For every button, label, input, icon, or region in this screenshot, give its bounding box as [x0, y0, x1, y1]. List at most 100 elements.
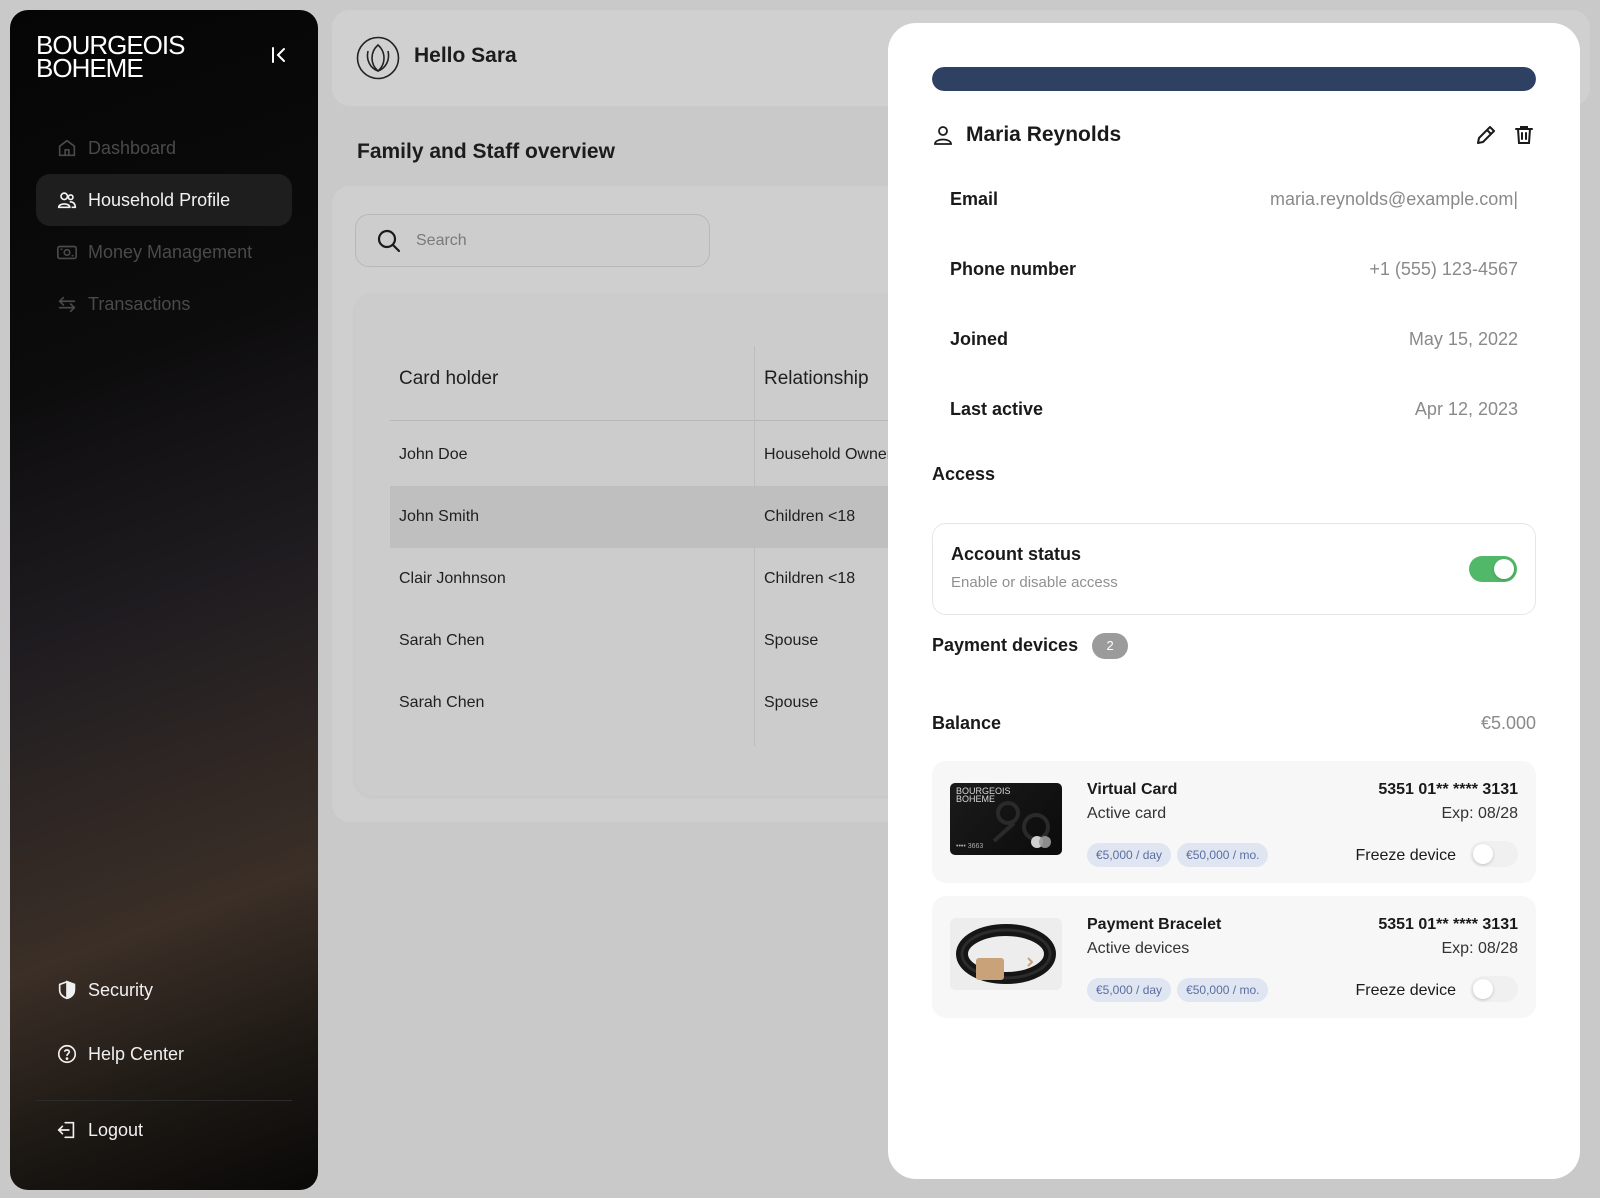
- header-divider: [390, 420, 935, 421]
- table-row[interactable]: Sarah Chen Spouse: [390, 610, 935, 672]
- sidebar-item-label: Money Management: [88, 241, 253, 262]
- monthly-limit-chip[interactable]: €50,000 / mo.: [1177, 978, 1269, 1002]
- device-status: Active devices: [1087, 940, 1190, 957]
- sidebar-item-label: Logout: [88, 1119, 144, 1140]
- sidebar-item-label: Transactions: [88, 293, 191, 314]
- sidebar-divider: [36, 1100, 292, 1101]
- account-status-subtitle: Enable or disable access: [951, 574, 1118, 591]
- freeze-device-label: Freeze device: [1355, 847, 1457, 864]
- toggle-knob: [1473, 844, 1493, 864]
- card-image: BOURGEOIS BOHEME •••• 3663: [950, 783, 1062, 855]
- balance-value: €5.000: [1480, 713, 1536, 733]
- sidebar-item-label: Help Center: [88, 1043, 185, 1064]
- member-header: Maria Reynolds: [932, 117, 1536, 153]
- cell-card-holder: John Smith: [399, 508, 480, 525]
- joined-value: May 15, 2022: [1408, 328, 1518, 349]
- daily-limit-chip[interactable]: €5,000 / day: [1087, 978, 1172, 1002]
- email-value[interactable]: maria.reynolds@example.com|: [1270, 189, 1518, 210]
- brand-logo[interactable]: BOURGEOIS BOHEME: [36, 32, 185, 83]
- cell-relationship: Children <18: [764, 570, 856, 587]
- home-icon: [58, 139, 76, 157]
- cell-card-holder: Sarah Chen: [399, 694, 485, 711]
- cell-relationship: Spouse: [764, 694, 819, 711]
- sidebar-item-transactions[interactable]: Transactions: [36, 278, 292, 330]
- cell-relationship: Spouse: [764, 632, 819, 649]
- sidebar: BOURGEOIS BOHEME Dashboard Household Pro…: [10, 10, 318, 1190]
- sidebar-item-label: Household Profile: [88, 189, 231, 210]
- members-table: Card holder Relationship John Doe Househ…: [355, 294, 935, 796]
- freeze-device-toggle[interactable]: [1470, 841, 1518, 867]
- info-label: Joined: [950, 328, 1009, 349]
- column-header-relationship[interactable]: Relationship: [764, 368, 869, 390]
- bracelet-image: [950, 918, 1062, 990]
- user-icon: [934, 126, 952, 145]
- users-icon: [57, 192, 77, 209]
- table-row[interactable]: Sarah Chen Spouse: [390, 672, 935, 734]
- account-status-title: Account status: [951, 544, 1082, 564]
- column-header-card-holder[interactable]: Card holder: [399, 368, 498, 390]
- sidebar-item-label: Security: [88, 979, 154, 1000]
- logout-icon: [57, 1121, 75, 1139]
- collapse-left-icon[interactable]: [268, 44, 290, 66]
- lotus-icon: [356, 36, 400, 80]
- info-label: Phone number: [950, 258, 1077, 279]
- search-icon: [377, 229, 401, 252]
- info-row-joined: Joined May 15, 2022: [932, 314, 1536, 364]
- cell-card-holder: Clair Jonhnson: [399, 570, 506, 587]
- member-name: Maria Reynolds: [966, 123, 1122, 146]
- sidebar-item-label: Dashboard: [88, 137, 177, 158]
- sidebar-item-help-center[interactable]: Help Center: [36, 1028, 292, 1080]
- balance-row: Balance €5.000: [932, 713, 1536, 734]
- table-row[interactable]: Clair Jonhnson Children <18: [390, 548, 935, 610]
- logo-line-2: BOHEME: [36, 53, 144, 83]
- device-virtual-card[interactable]: BOURGEOIS BOHEME •••• 3663 Virtual Card A…: [932, 761, 1536, 883]
- swap-icon: [58, 296, 76, 313]
- column-divider: [754, 346, 755, 746]
- daily-limit-chip[interactable]: €5,000 / day: [1087, 843, 1172, 867]
- monthly-limit-chip[interactable]: €50,000 / mo.: [1177, 843, 1269, 867]
- progress-bar: [932, 67, 1536, 91]
- toggle-knob: [1494, 559, 1514, 579]
- info-row-last-active: Last active Apr 12, 2023: [932, 384, 1536, 434]
- device-card-number: 5351 01** **** 3131: [1378, 781, 1518, 798]
- payment-devices-label: Payment devices: [932, 634, 1079, 655]
- device-payment-bracelet[interactable]: Payment Bracelet Active devices 5351 01*…: [932, 896, 1536, 1018]
- sidebar-item-logout[interactable]: Logout: [36, 1104, 292, 1156]
- sidebar-item-dashboard[interactable]: Dashboard: [36, 122, 292, 174]
- sidebar-item-money-management[interactable]: Money Management: [36, 226, 292, 278]
- phone-value: +1 (555) 123-4567: [1369, 258, 1518, 279]
- device-name: Virtual Card: [1087, 781, 1178, 798]
- freeze-device-toggle[interactable]: [1470, 976, 1518, 1002]
- payment-devices-title: Payment devices 2: [932, 633, 1129, 659]
- balance-label: Balance: [932, 713, 1002, 733]
- sidebar-item-security[interactable]: Security: [36, 964, 292, 1016]
- money-icon: [57, 245, 77, 260]
- card-digits: •••• 3663: [956, 843, 984, 850]
- search-box[interactable]: [355, 214, 710, 267]
- greeting: Hello Sara: [414, 44, 517, 67]
- member-detail-drawer: Maria Reynolds Email maria.reynolds@exam…: [888, 23, 1580, 1179]
- search-input[interactable]: [416, 231, 676, 250]
- freeze-device-label: Freeze device: [1355, 982, 1457, 999]
- device-expiry: Exp: 08/28: [1441, 805, 1519, 822]
- edit-pencil-icon[interactable]: [1474, 123, 1498, 147]
- progress-bar-fill: [932, 67, 1536, 91]
- cell-card-holder: Sarah Chen: [399, 632, 485, 649]
- cell-relationship: Household Owner: [764, 446, 893, 463]
- help-icon: [57, 1044, 77, 1064]
- account-status-card: Account status Enable or disable access: [932, 523, 1536, 615]
- page-title: Family and Staff overview: [357, 140, 615, 163]
- device-status: Active card: [1087, 805, 1167, 822]
- shield-icon: [58, 980, 76, 1000]
- table-row[interactable]: John Smith Children <18: [390, 486, 935, 548]
- cell-card-holder: John Doe: [399, 446, 468, 463]
- info-row-phone: Phone number +1 (555) 123-4567: [932, 244, 1536, 294]
- toggle-knob: [1473, 979, 1493, 999]
- info-row-email: Email maria.reynolds@example.com|: [932, 174, 1536, 224]
- trash-icon[interactable]: [1512, 123, 1536, 147]
- sidebar-item-household-profile[interactable]: Household Profile: [36, 174, 292, 226]
- table-row[interactable]: John Doe Household Owner: [390, 424, 935, 486]
- device-card-number: 5351 01** **** 3131: [1378, 916, 1518, 933]
- account-status-toggle[interactable]: [1469, 556, 1517, 582]
- access-section-title: Access: [932, 464, 996, 484]
